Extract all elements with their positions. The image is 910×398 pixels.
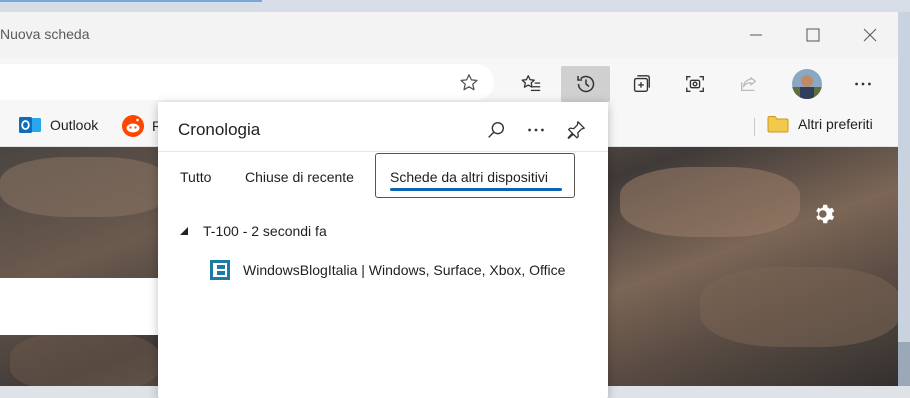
- address-bar[interactable]: [0, 64, 494, 100]
- outlook-icon: [19, 117, 41, 133]
- title-bar: Nuova scheda: [0, 12, 898, 58]
- profile-button[interactable]: [787, 66, 827, 102]
- avatar: [792, 69, 822, 99]
- desktop-right-edge: [898, 12, 910, 386]
- history-more-button[interactable]: [522, 116, 550, 144]
- device-group[interactable]: T-100 - 2 secondi fa: [178, 223, 327, 239]
- toolbar: [0, 58, 898, 106]
- favorites-divider: [754, 118, 755, 136]
- windowsblogitalia-icon: [210, 260, 230, 280]
- tab-title[interactable]: Nuova scheda: [0, 26, 90, 42]
- add-favorite-star-icon[interactable]: [458, 72, 480, 99]
- page-settings-gear-icon[interactable]: [812, 201, 838, 232]
- active-tab-indicator: [390, 188, 562, 191]
- favorite-label: Outlook: [50, 117, 99, 133]
- tab-other-devices[interactable]: Schede da altri dispositivi: [390, 169, 548, 185]
- search-icon: [488, 121, 505, 138]
- more-horizontal-icon: [528, 128, 544, 132]
- pin-icon: [567, 121, 585, 139]
- desktop-strip: [0, 0, 910, 12]
- other-favorites-label: Altri preferiti: [798, 116, 873, 132]
- close-icon: [863, 28, 877, 42]
- history-pin-button[interactable]: [562, 116, 590, 144]
- history-page-item[interactable]: WindowsBlogItalia | Windows, Surface, Xb…: [210, 260, 565, 280]
- device-label: T-100 - 2 secondi fa: [203, 223, 327, 239]
- settings-more-button[interactable]: [843, 66, 883, 102]
- close-button[interactable]: [855, 20, 885, 50]
- tab-all[interactable]: Tutto: [180, 169, 211, 185]
- content-card: [0, 278, 160, 335]
- web-capture-icon: [686, 75, 704, 93]
- history-search-button[interactable]: [482, 116, 510, 144]
- desktop-shade: [898, 342, 910, 386]
- page-title: WindowsBlogItalia | Windows, Surface, Xb…: [243, 262, 566, 278]
- background-rock: [700, 267, 898, 347]
- history-panel: Cronologia Tutto Chiuse di recente Sched…: [158, 102, 608, 398]
- favorites-button[interactable]: [511, 66, 551, 102]
- history-button[interactable]: [561, 66, 610, 102]
- panel-title: Cronologia: [178, 120, 261, 139]
- favorites-star-list-icon: [521, 75, 541, 92]
- maximize-button[interactable]: [798, 20, 828, 50]
- other-favorites[interactable]: Altri preferiti: [767, 115, 873, 133]
- favorite-reddit[interactable]: R: [122, 115, 162, 137]
- maximize-icon: [806, 28, 820, 42]
- collapse-triangle-icon: [180, 227, 188, 235]
- reddit-icon: [122, 115, 144, 137]
- more-horizontal-icon: [855, 82, 871, 86]
- desktop-selection: [0, 0, 262, 2]
- background-rock: [0, 157, 170, 217]
- background-rock: [10, 332, 160, 386]
- browser-window: Nuova scheda Outlook Altri preferiti Cro…: [0, 12, 898, 398]
- background-rock: [620, 167, 800, 237]
- minimize-button[interactable]: [741, 20, 771, 50]
- folder-icon: [767, 116, 789, 133]
- favorite-outlook[interactable]: Outlook: [19, 115, 98, 135]
- collections-icon: [633, 75, 650, 93]
- panel-divider: [158, 151, 608, 152]
- share-button[interactable]: [729, 66, 769, 102]
- collections-button[interactable]: [621, 66, 661, 102]
- tab-recently-closed[interactable]: Chiuse di recente: [245, 169, 354, 185]
- minimize-icon: [750, 34, 762, 36]
- history-clock-icon: [576, 75, 594, 93]
- share-icon: [741, 76, 757, 92]
- screenshot-button[interactable]: [675, 66, 715, 102]
